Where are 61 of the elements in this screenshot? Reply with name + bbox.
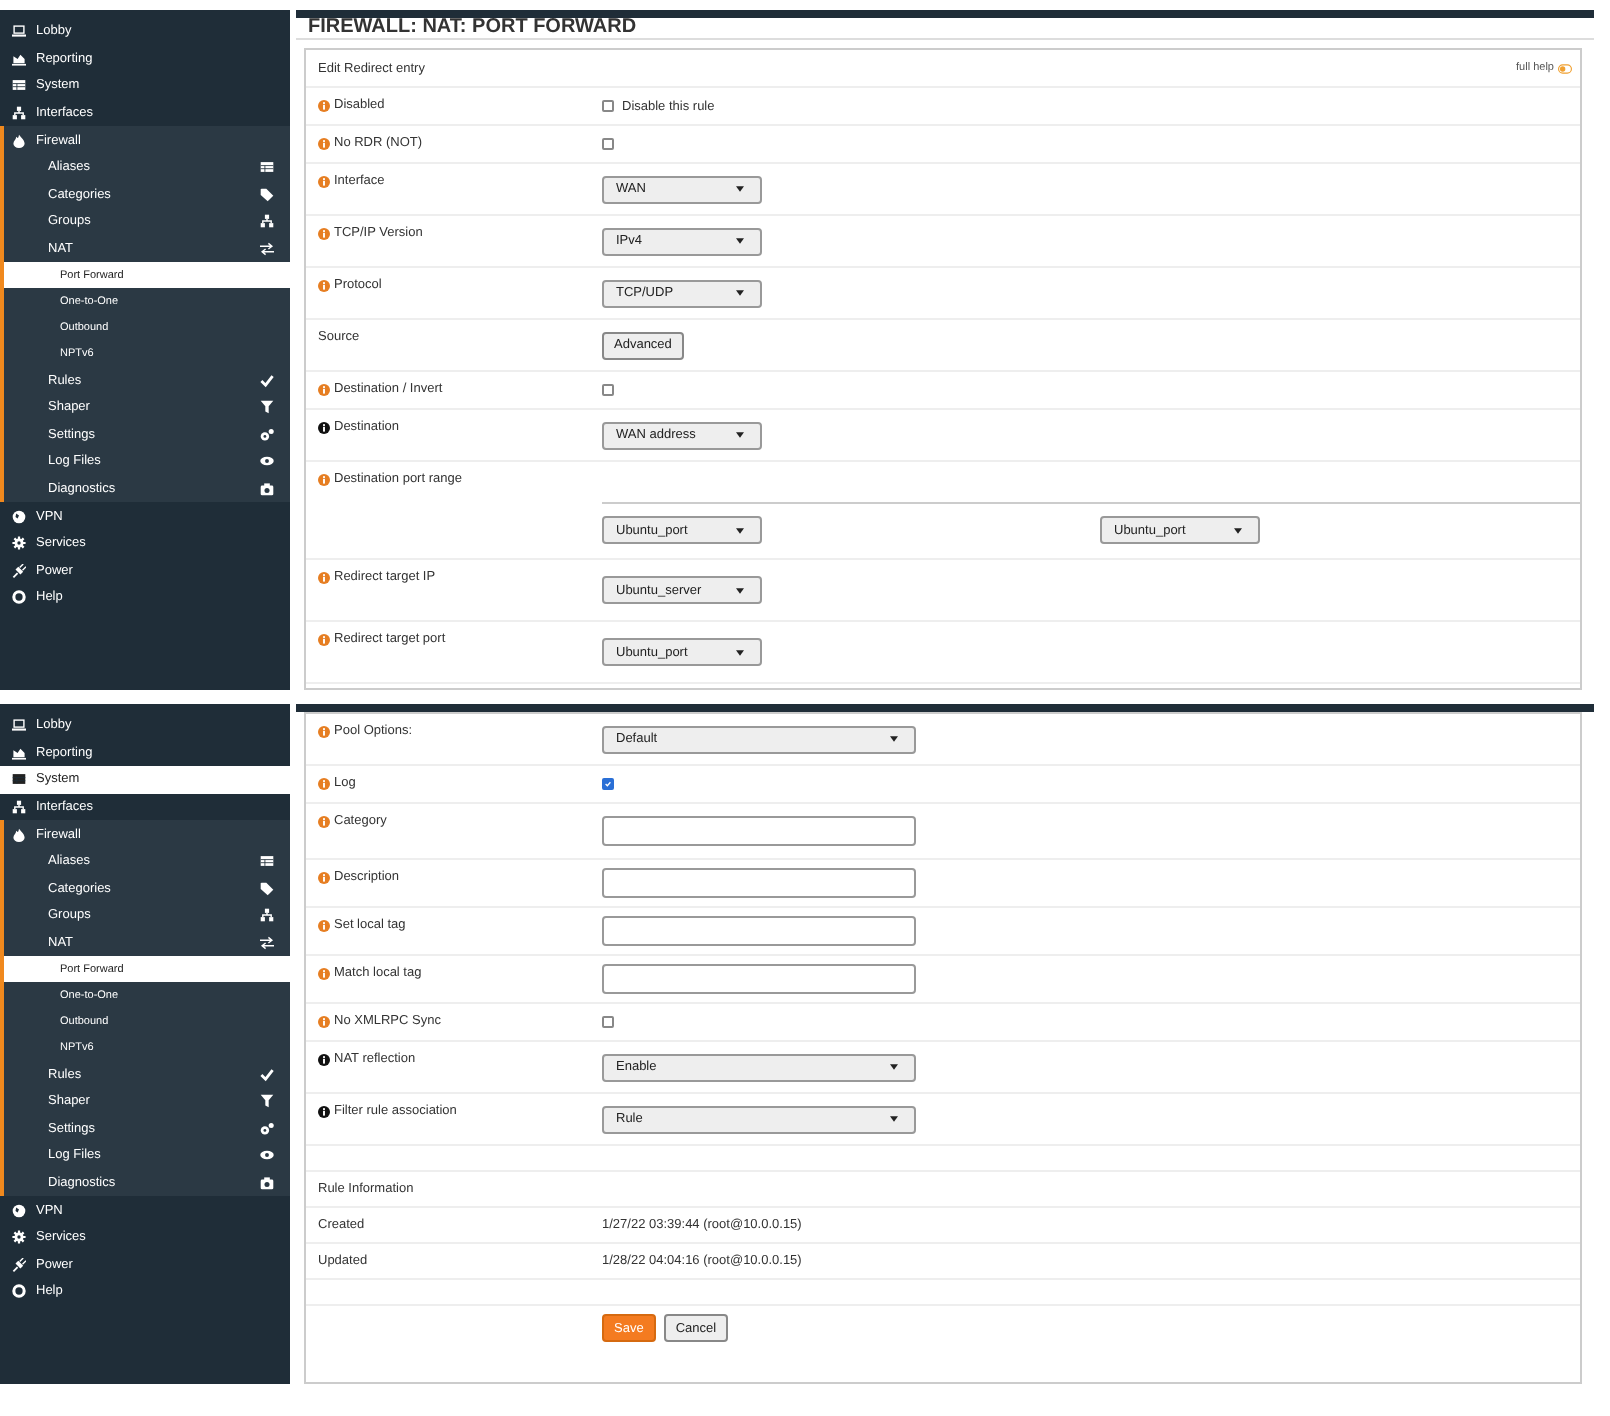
plug-icon: [12, 1257, 26, 1272]
gear-icon: [12, 1230, 26, 1245]
caret-icon: [736, 186, 744, 192]
caret-icon: [736, 290, 744, 296]
check-icon: [260, 373, 274, 388]
caret-icon: [736, 432, 744, 438]
toggle-icon[interactable]: [1558, 63, 1572, 73]
info-icon[interactable]: [318, 1053, 330, 1065]
caret-icon: [890, 736, 898, 742]
camera-icon: [260, 482, 274, 497]
plug-icon: [12, 563, 26, 578]
checkbox[interactable]: [602, 100, 614, 112]
laptop-icon: [12, 718, 26, 733]
sitemap-icon: [12, 800, 26, 815]
info-icon[interactable]: [318, 421, 330, 433]
arrows-icon: [260, 936, 274, 951]
caret-icon: [736, 649, 744, 655]
chart-icon: [12, 745, 26, 760]
table-icon: [260, 160, 274, 175]
text-field[interactable]: [602, 816, 916, 846]
text-field[interactable]: [602, 916, 916, 946]
chart-icon: [12, 51, 26, 66]
laptop-icon: [12, 24, 26, 39]
caret-icon: [1234, 527, 1242, 533]
checkbox[interactable]: [602, 778, 614, 790]
flame-icon: [12, 133, 26, 148]
page-title: FIREWALL: NAT: PORT FORWARD: [296, 18, 1594, 40]
sitemap-icon: [260, 908, 274, 923]
checkbox[interactable]: [602, 138, 614, 150]
caret-icon: [890, 1064, 898, 1070]
lifebuoy-icon: [12, 590, 26, 605]
caret-icon: [736, 527, 744, 533]
tag-icon: [260, 187, 274, 202]
camera-icon: [260, 1176, 274, 1191]
globe-icon: [12, 1203, 26, 1218]
sitemap-icon: [260, 214, 274, 229]
eye-icon: [260, 454, 274, 469]
checkbox[interactable]: [602, 1016, 614, 1028]
table-icon: [12, 772, 26, 787]
gears-icon: [260, 427, 274, 442]
check-icon: [260, 1067, 274, 1082]
caret-icon: [736, 238, 744, 244]
arrows-icon: [260, 242, 274, 257]
text-field[interactable]: [602, 964, 916, 994]
sitemap-icon: [12, 106, 26, 121]
text-field[interactable]: [602, 868, 916, 898]
tag-icon: [260, 881, 274, 896]
gears-icon: [260, 1121, 274, 1136]
globe-icon: [12, 509, 26, 524]
lifebuoy-icon: [12, 1284, 26, 1299]
info-icon[interactable]: [318, 1105, 330, 1117]
flame-icon: [12, 827, 26, 842]
checkbox[interactable]: [602, 384, 614, 396]
caret-icon: [736, 587, 744, 593]
filter-icon: [260, 400, 274, 415]
table-icon: [12, 78, 26, 93]
gear-icon: [12, 536, 26, 551]
table-icon: [260, 854, 274, 869]
eye-icon: [260, 1148, 274, 1163]
filter-icon: [260, 1094, 274, 1109]
caret-icon: [890, 1116, 898, 1122]
